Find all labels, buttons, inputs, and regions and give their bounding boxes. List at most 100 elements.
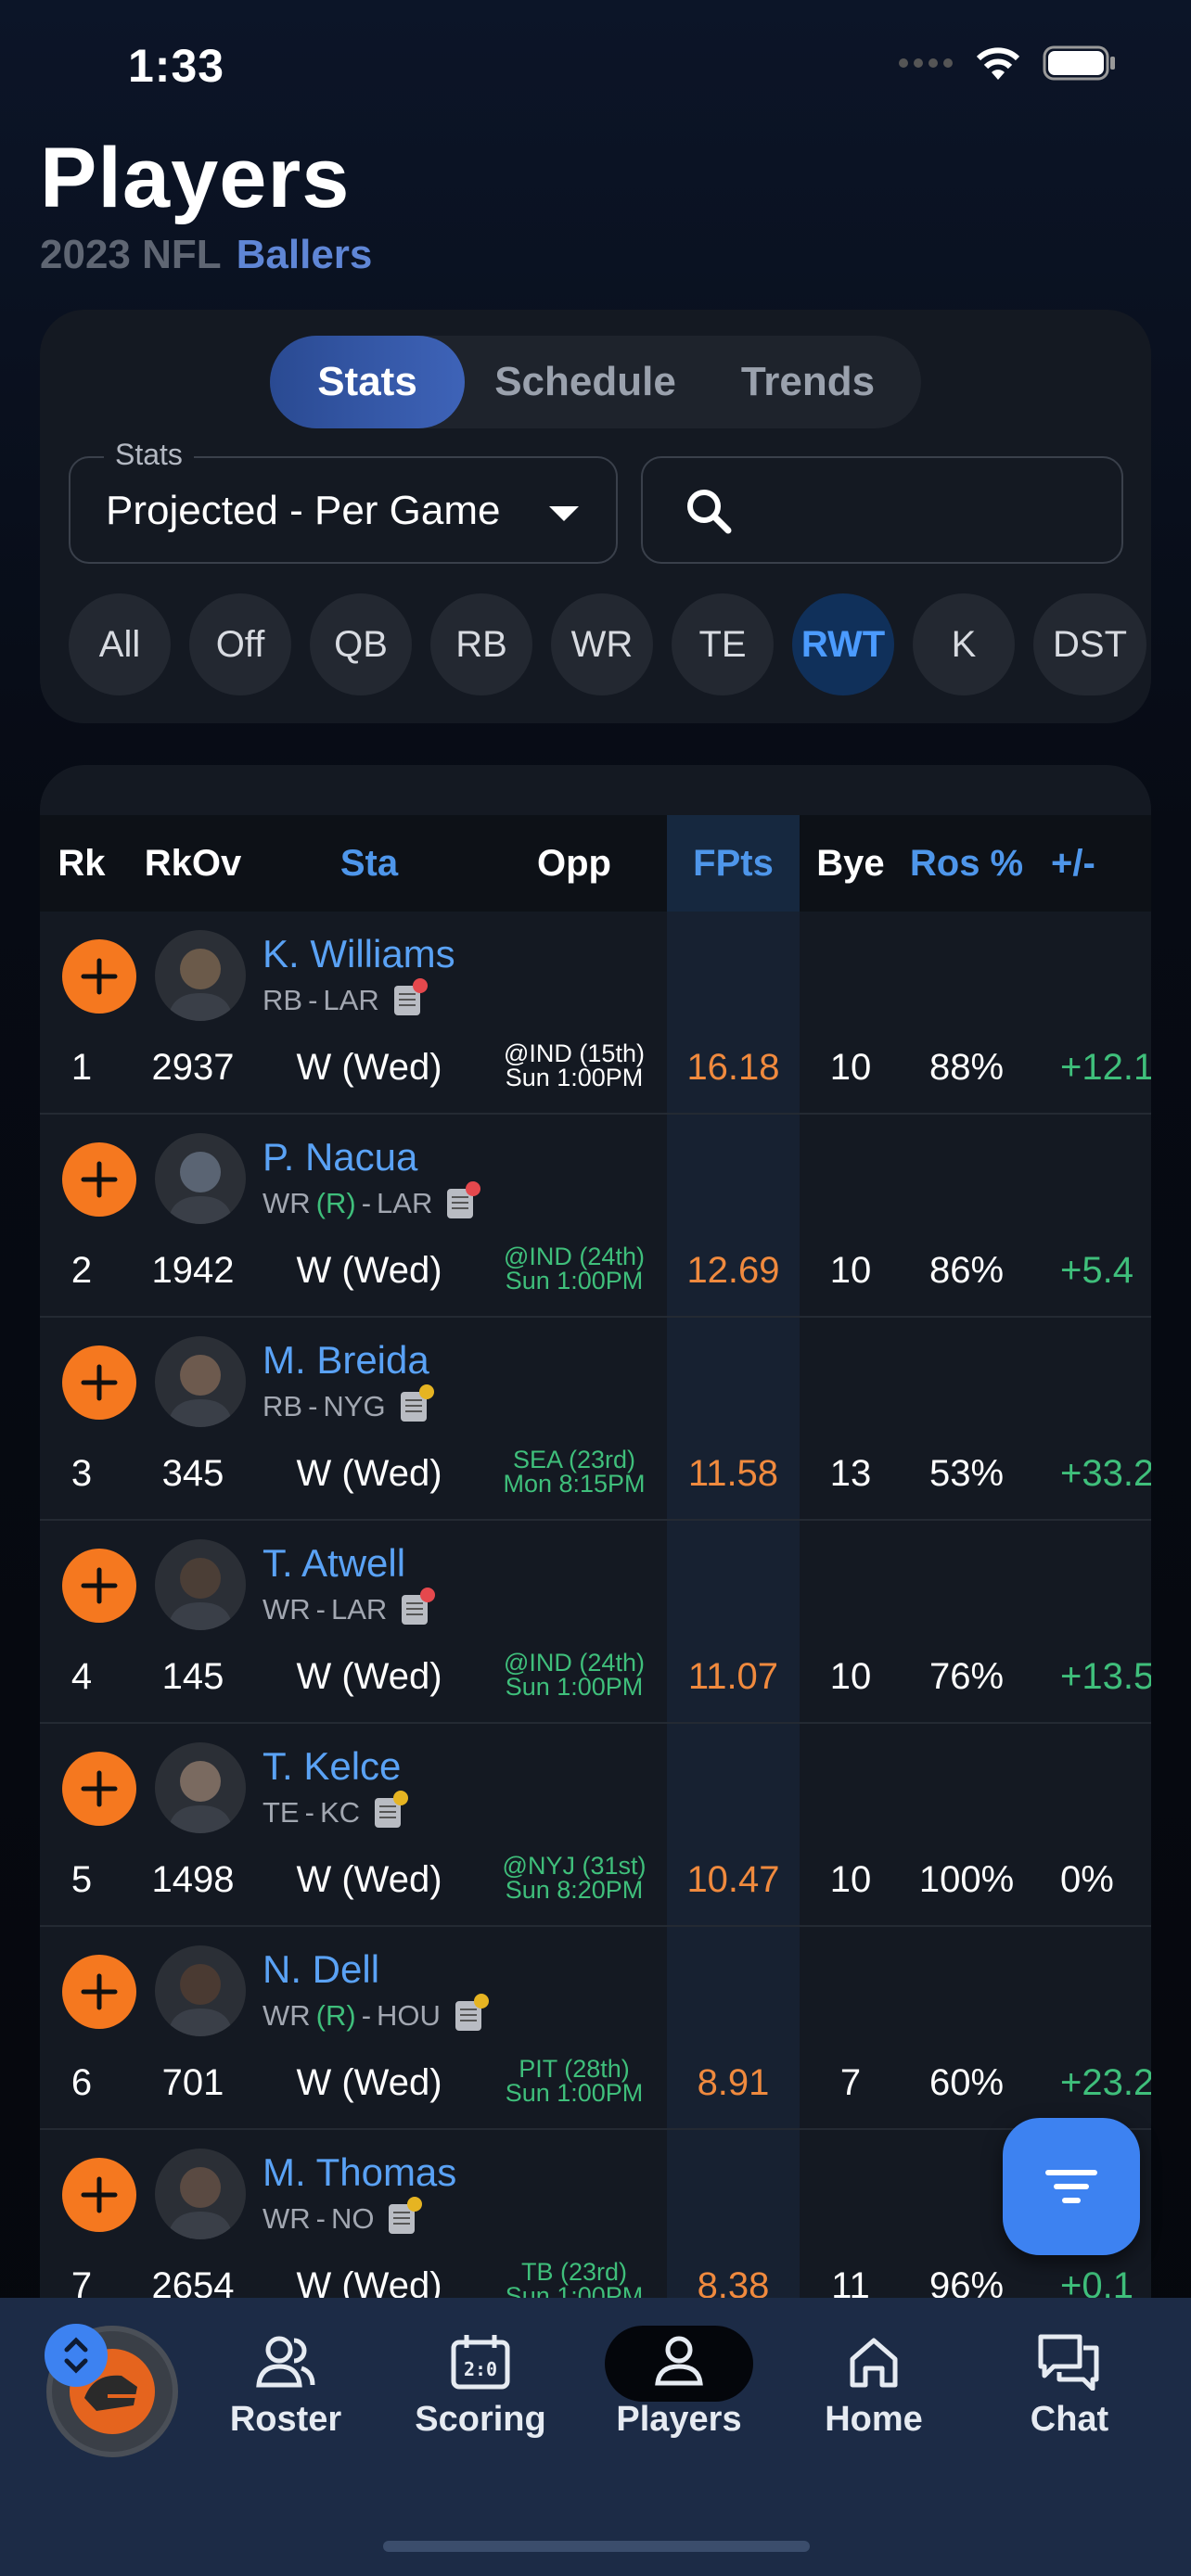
player-avatar[interactable] — [155, 1539, 246, 1630]
players-table: Rk RkOv Sta Opp FPts Bye Ros % +/- K. Wi… — [40, 765, 1151, 2304]
cell-bye: 10 — [829, 1656, 872, 1697]
chip-wr[interactable]: WR — [551, 593, 653, 695]
player-team: LAR — [330, 1593, 388, 1626]
col-ros[interactable]: Ros % — [902, 815, 1031, 912]
chip-qb[interactable]: QB — [310, 593, 412, 695]
player-avatar[interactable] — [155, 930, 246, 1021]
nav-chat-label: Chat — [1030, 2400, 1109, 2439]
news-note-icon[interactable] — [400, 1384, 434, 1422]
player-avatar[interactable] — [155, 1945, 246, 2036]
cell-fpts: 11.07 — [687, 1656, 779, 1697]
nav-scoring[interactable]: 2:0 Scoring — [406, 2333, 555, 2440]
chip-rb[interactable]: RB — [430, 593, 532, 695]
plus-icon — [81, 1567, 118, 1604]
nav-home[interactable]: Home — [800, 2333, 948, 2440]
player-headshot-icon — [168, 2167, 233, 2239]
opponent-rank: @NYJ (31st) — [502, 1852, 647, 1880]
news-note-icon[interactable] — [455, 1994, 489, 2031]
cell-status: W (Wed) — [296, 2062, 442, 2103]
player-name[interactable]: K. Williams — [263, 932, 455, 976]
stats-select[interactable]: Stats Projected - Per Game — [69, 438, 618, 564]
player-name[interactable]: T. Atwell — [263, 1541, 405, 1586]
chip-dst[interactable]: DST — [1033, 593, 1146, 695]
game-time: Sun 1:00PM — [505, 1673, 644, 1701]
cell-bye: 10 — [829, 1250, 872, 1291]
col-sta[interactable]: Sta — [263, 815, 476, 912]
player-avatar[interactable] — [155, 1133, 246, 1224]
news-note-icon[interactable] — [393, 978, 428, 1015]
search-input[interactable] — [641, 456, 1123, 564]
player-position: RB — [263, 1390, 303, 1422]
filter-fab[interactable] — [1003, 2118, 1140, 2255]
team-switch-button[interactable] — [45, 2324, 108, 2387]
news-note-icon[interactable] — [447, 1181, 481, 1218]
news-note-icon[interactable] — [389, 2197, 423, 2234]
col-opp[interactable]: Opp — [481, 815, 667, 912]
add-player-button[interactable] — [62, 1549, 136, 1623]
table-row[interactable]: P. Nacua WR (R) - LAR 2 1942 W (Wed) @IND (24th)… — [40, 1115, 1151, 1318]
player-name[interactable]: P. Nacua — [263, 1135, 417, 1180]
player-position-team: RB - LAR — [263, 978, 428, 1017]
player-avatar[interactable] — [155, 1742, 246, 1833]
cell-bye: 10 — [829, 1047, 872, 1088]
player-avatar[interactable] — [155, 1336, 246, 1427]
add-player-button[interactable] — [62, 1752, 136, 1826]
tab-trends[interactable]: Trends — [706, 336, 910, 428]
league-link[interactable]: Ballers — [237, 232, 373, 277]
table-row[interactable]: M. Breida RB - NYG 3 345 W (Wed) SEA (23rd) Mon … — [40, 1318, 1151, 1521]
col-rk[interactable]: Rk — [40, 815, 123, 912]
player-name[interactable]: T. Kelce — [263, 1744, 401, 1789]
chip-all[interactable]: All — [69, 593, 171, 695]
player-team: LAR — [323, 984, 379, 1016]
player-name[interactable]: M. Breida — [263, 1338, 429, 1383]
opponent-rank: TB (23rd) — [520, 2258, 628, 2286]
tab-stats[interactable]: Stats — [270, 336, 465, 428]
table-row[interactable]: T. Atwell WR - LAR 4 145 W (Wed) @IND (24th) Sun… — [40, 1521, 1151, 1724]
team-separator: - — [308, 1390, 318, 1422]
player-avatar[interactable] — [155, 2149, 246, 2239]
game-time: Sun 1:00PM — [505, 2079, 644, 2107]
nav-chat[interactable]: Chat — [995, 2333, 1144, 2440]
table-header: Rk RkOv Sta Opp FPts Bye Ros % +/- — [40, 815, 1151, 912]
chip-rwt[interactable]: RWT — [792, 593, 894, 695]
news-note-icon[interactable] — [375, 1791, 409, 1828]
nav-roster[interactable]: Roster — [211, 2333, 360, 2440]
col-plus-minus[interactable]: +/- — [1051, 815, 1151, 912]
add-player-button[interactable] — [62, 1345, 136, 1420]
opponent-rank: SEA (23rd) — [512, 1446, 636, 1473]
scoring-icon: 2:0 — [451, 2335, 510, 2390]
plus-icon — [81, 1770, 118, 1807]
add-player-button[interactable] — [62, 2158, 136, 2232]
table-row[interactable]: K. Williams RB - LAR 1 2937 W (Wed) @IND (15th)… — [40, 912, 1151, 1115]
table-row[interactable]: N. Dell WR (R) - HOU 6 701 W (Wed) PIT (28th) Sun… — [40, 1927, 1151, 2130]
roster-icon — [256, 2336, 315, 2388]
col-bye[interactable]: Bye — [800, 815, 902, 912]
table-row[interactable]: T. Kelce TE - KC 5 1498 W (Wed) @NYJ (31st) Sun … — [40, 1724, 1151, 1927]
chip-te[interactable]: TE — [672, 593, 774, 695]
col-fpts[interactable]: FPts — [667, 815, 800, 912]
chip-k[interactable]: K — [913, 593, 1015, 695]
player-position: TE — [263, 1796, 300, 1829]
table-row[interactable]: M. Thomas WR - NO 7 2654 W (Wed) TB (23rd) Sun 1… — [40, 2130, 1151, 2304]
col-rkov[interactable]: RkOv — [123, 815, 263, 912]
team-separator: - — [361, 1999, 372, 2032]
opponent-rank: @IND (15th) — [504, 1039, 645, 1067]
player-name[interactable]: M. Thomas — [263, 2150, 456, 2195]
add-player-button[interactable] — [62, 939, 136, 1014]
player-position-team: TE - KC — [263, 1791, 409, 1830]
tab-schedule[interactable]: Schedule — [474, 336, 697, 428]
nav-players[interactable]: Players — [605, 2333, 753, 2440]
player-position: RB — [263, 984, 303, 1016]
cell-rk: 3 — [70, 1453, 93, 1494]
status-time: 1:33 — [128, 40, 225, 92]
cell-opponent: @IND (15th) Sun 1:00PM — [481, 1041, 667, 1090]
chip-off[interactable]: Off — [189, 593, 291, 695]
add-player-button[interactable] — [62, 1142, 136, 1217]
cell-opponent: @IND (24th) Sun 1:00PM — [481, 1244, 667, 1294]
add-player-button[interactable] — [62, 1955, 136, 2029]
cell-rkov: 145 — [161, 1656, 224, 1697]
player-name[interactable]: N. Dell — [263, 1947, 379, 1992]
plus-icon — [81, 1161, 118, 1198]
cell-rk: 5 — [70, 1859, 93, 1900]
news-note-icon[interactable] — [402, 1588, 436, 1625]
